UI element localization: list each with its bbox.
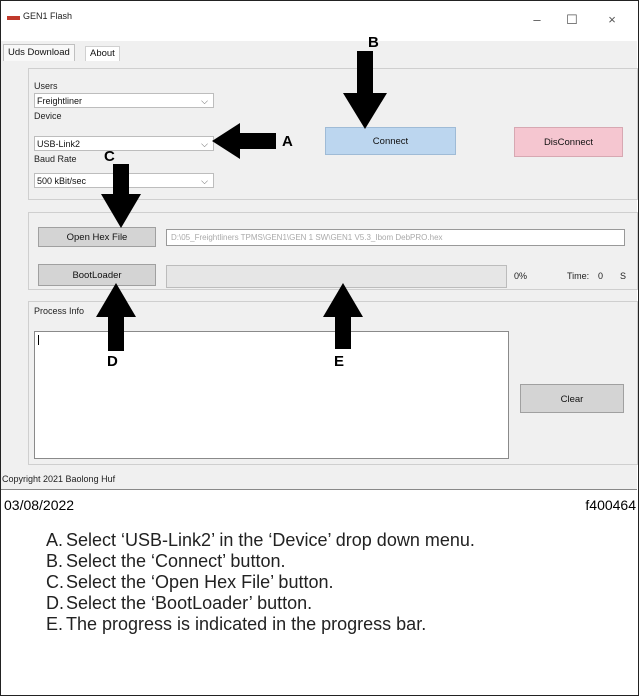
- step-text: Select the ‘Open Hex File’ button.: [66, 572, 334, 592]
- callout-d: D: [107, 353, 118, 370]
- step-key: B.: [46, 551, 64, 571]
- clear-button[interactable]: Clear: [520, 384, 624, 413]
- chevron-down-icon: ⌵: [201, 176, 208, 186]
- callout-b: B: [368, 34, 379, 51]
- close-button[interactable]: ×: [592, 7, 632, 33]
- baud-rate-value: 500 kBit/sec: [37, 176, 87, 186]
- progress-percent: 0%: [514, 271, 528, 281]
- hex-file-path-input[interactable]: D:\05_Freightliners TPMS\GEN1\GEN 1 SW\G…: [166, 229, 625, 246]
- baud-rate-label: Baud Rate: [34, 154, 77, 164]
- step-b: B. Select the ‘Connect’ button.: [20, 551, 620, 572]
- callout-e: E: [334, 353, 345, 370]
- window-title: GEN1 Flash: [23, 11, 73, 21]
- disconnect-button[interactable]: DisConnect: [514, 127, 623, 157]
- arrow-up-icon: [323, 283, 363, 349]
- users-label: Users: [34, 81, 58, 91]
- chevron-down-icon: ⌵: [201, 96, 208, 106]
- time-unit: S: [620, 271, 627, 281]
- maximize-button[interactable]: ☐: [552, 7, 592, 33]
- arrow-down-icon: [343, 51, 387, 129]
- step-text: Select ‘USB-Link2’ in the ‘Device’ drop …: [66, 530, 475, 550]
- step-list: A. Select ‘USB-Link2’ in the ‘Device’ dro…: [20, 530, 620, 635]
- text-cursor: [38, 335, 39, 345]
- step-key: E.: [46, 614, 64, 634]
- step-key: D.: [46, 593, 64, 613]
- title-bar: GEN1 Flash – ☐ ×: [1, 1, 637, 41]
- step-a: A. Select ‘USB-Link2’ in the ‘Device’ dro…: [20, 530, 620, 551]
- tab-about[interactable]: About: [85, 46, 120, 61]
- step-c: C. Select the ‘Open Hex File’ button.: [20, 572, 620, 593]
- step-e: E. The progress is indicated in the progr…: [20, 614, 620, 635]
- time-value: 0: [598, 271, 604, 281]
- arrow-up-icon: [96, 283, 136, 351]
- device-value: USB-Link2: [37, 139, 81, 149]
- step-text: Select the ‘BootLoader’ button.: [66, 593, 313, 613]
- step-d: D. Select the ‘BootLoader’ button.: [20, 593, 620, 614]
- step-text: Select the ‘Connect’ button.: [66, 551, 286, 571]
- copyright-text: Copyright 2021 Baolong Huf: [2, 474, 116, 484]
- device-select[interactable]: USB-Link2 ⌵: [34, 136, 214, 151]
- figure-id: f400464: [585, 497, 636, 513]
- arrow-left-icon: [212, 123, 276, 159]
- open-hex-file-button[interactable]: Open Hex File: [38, 227, 156, 247]
- users-value: Freightliner: [37, 96, 83, 106]
- process-info-label: Process Info: [34, 306, 85, 316]
- callout-c: C: [104, 148, 115, 165]
- minimize-button[interactable]: –: [517, 7, 557, 33]
- figure-date: 03/08/2022: [4, 497, 75, 513]
- app-window: GEN1 Flash – ☐ × Uds Download About User…: [1, 1, 638, 490]
- callout-a: A: [282, 133, 293, 150]
- tab-uds-download[interactable]: Uds Download: [3, 44, 75, 61]
- step-text: The progress is indicated in the progres…: [66, 614, 427, 634]
- chevron-down-icon: ⌵: [201, 139, 208, 149]
- app-icon: [7, 16, 20, 20]
- connect-button[interactable]: Connect: [325, 127, 456, 155]
- step-key: C.: [46, 572, 64, 592]
- time-label: Time:: [567, 271, 590, 281]
- step-key: A.: [46, 530, 64, 550]
- device-label: Device: [34, 111, 62, 121]
- arrow-down-icon: [101, 164, 141, 228]
- users-select[interactable]: Freightliner ⌵: [34, 93, 214, 108]
